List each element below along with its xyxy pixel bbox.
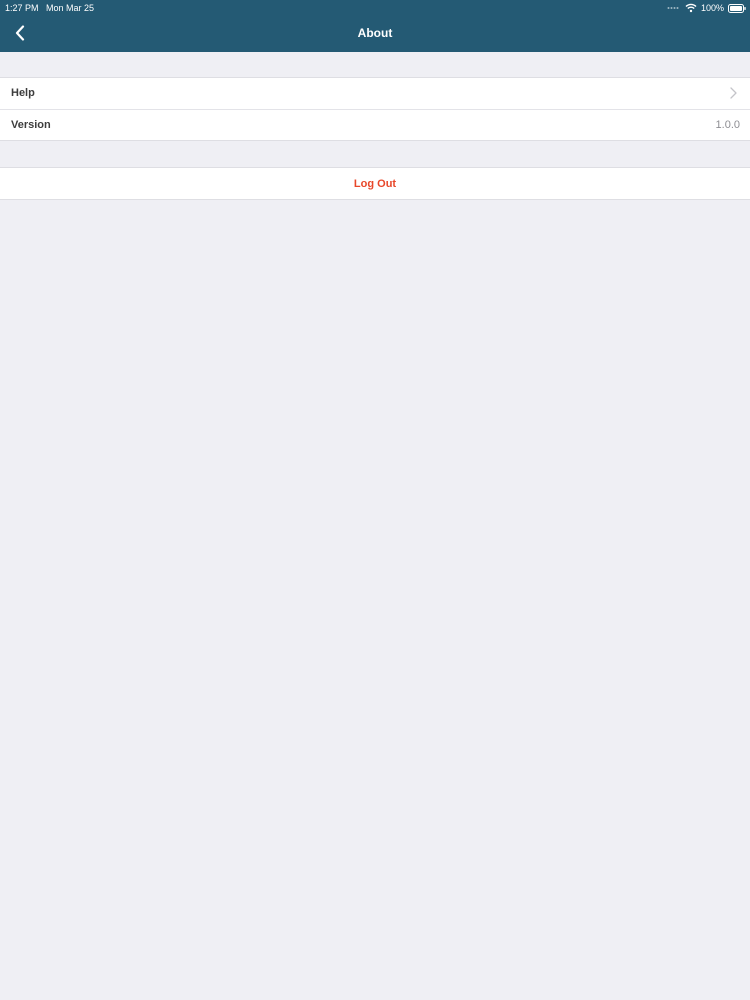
battery-percentage: 100% bbox=[700, 3, 724, 13]
chevron-right-icon bbox=[730, 87, 737, 99]
help-row[interactable]: Help bbox=[0, 78, 750, 109]
battery-icon bbox=[728, 3, 746, 13]
log-out-label: Log Out bbox=[353, 177, 397, 190]
version-row: Version 1.0.0 bbox=[0, 109, 750, 140]
wifi-icon bbox=[685, 3, 697, 13]
page-title: About bbox=[357, 26, 393, 40]
cellular-signal-icon bbox=[667, 7, 679, 9]
status-time: 1:27 PM bbox=[5, 3, 39, 13]
log-out-button[interactable]: Log Out bbox=[0, 168, 750, 199]
version-label: Version bbox=[11, 119, 51, 131]
status-bar: 1:27 PM Mon Mar 25 100% bbox=[0, 0, 750, 16]
status-indicators: 100% bbox=[667, 2, 746, 14]
settings-group: Help Version 1.0.0 bbox=[0, 77, 750, 141]
navigation-bar: 1:27 PM Mon Mar 25 100% About bbox=[0, 0, 750, 52]
help-label: Help bbox=[11, 87, 35, 99]
actions-group: Log Out bbox=[0, 167, 750, 200]
version-value: 1.0.0 bbox=[715, 119, 740, 131]
status-date: Mon Mar 25 bbox=[46, 3, 95, 13]
